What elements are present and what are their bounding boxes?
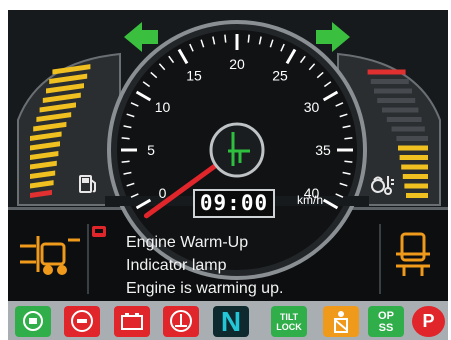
tilt-lock-indicator[interactable]: TILT LOCK xyxy=(271,306,307,337)
speed-tick-label: 15 xyxy=(186,68,202,84)
speed-tick-label: 30 xyxy=(304,99,320,115)
oil-pressure-indicator[interactable] xyxy=(163,306,199,337)
temperature-segment xyxy=(374,88,412,94)
parking-brake-indicator[interactable]: P xyxy=(412,306,445,337)
temperature-segment xyxy=(404,183,428,189)
speed-tick-label: 20 xyxy=(229,56,245,72)
engine-warm-up-indicator[interactable] xyxy=(15,306,51,337)
engine-warm-up-icon xyxy=(23,311,43,331)
oil-pressure-icon xyxy=(170,310,192,332)
temperature-segment xyxy=(370,79,409,84)
seat-belt-indicator[interactable] xyxy=(323,306,359,337)
seat-belt-icon xyxy=(334,311,348,333)
engine-warm-up-small-icon xyxy=(92,226,106,237)
tilt-lock-icon: TILT LOCK xyxy=(276,312,302,332)
temperature-segment xyxy=(399,155,428,160)
message-title: Engine Warm-Up xyxy=(126,234,249,251)
clock-display: 09:00 xyxy=(193,189,275,218)
speed-tick-label: 10 xyxy=(155,99,171,115)
arrow-left-icon xyxy=(124,22,158,52)
ops-indicator[interactable]: OP SS xyxy=(368,306,404,337)
forklift-side-view-icon xyxy=(20,236,80,275)
speed-minor-tick xyxy=(344,160,353,163)
neutral-indicator[interactable]: N xyxy=(213,306,249,337)
speed-tick-label: 35 xyxy=(315,142,331,158)
message-subtitle: Indicator lamp xyxy=(126,257,227,274)
message-divider-left xyxy=(87,224,89,294)
forklift-front-view-icon xyxy=(396,232,430,276)
temperature-segment xyxy=(391,126,425,132)
battery-indicator[interactable] xyxy=(114,306,150,337)
neutral-icon: N xyxy=(220,306,242,337)
forklift-dashboard: 0 5 10 15 20 25 30 35 40 km/h 09:00 Engi… xyxy=(0,0,451,340)
temperature-segment xyxy=(396,136,428,141)
speed-minor-tick xyxy=(224,34,227,43)
parking-brake-icon: P xyxy=(422,311,435,331)
temperature-segment xyxy=(402,174,428,179)
speed-minor-tick xyxy=(344,137,353,140)
speed-tick-label: 5 xyxy=(147,142,155,158)
temperature-segment xyxy=(386,117,422,122)
speed-tick-label: 25 xyxy=(272,68,288,84)
temperature-segment xyxy=(377,98,416,103)
message-detail: Engine is warming up. xyxy=(126,280,284,297)
speed-minor-tick xyxy=(121,160,130,163)
speed-tick-label: 0 xyxy=(159,185,167,201)
brake-icon xyxy=(71,310,93,332)
speed-minor-tick xyxy=(121,137,130,140)
battery-icon xyxy=(121,313,143,330)
arrow-right-icon xyxy=(316,22,350,52)
temperature-segment xyxy=(367,69,406,75)
speed-minor-tick xyxy=(247,34,250,43)
speed-unit-label: km/h xyxy=(297,193,323,207)
temperature-segment xyxy=(406,193,428,198)
message-divider-right xyxy=(379,224,381,294)
ops-icon: OP SS xyxy=(378,310,394,334)
temperature-segment xyxy=(401,164,428,170)
brake-indicator[interactable] xyxy=(64,306,100,337)
temperature-segment xyxy=(398,145,428,151)
temperature-segment xyxy=(382,107,419,113)
